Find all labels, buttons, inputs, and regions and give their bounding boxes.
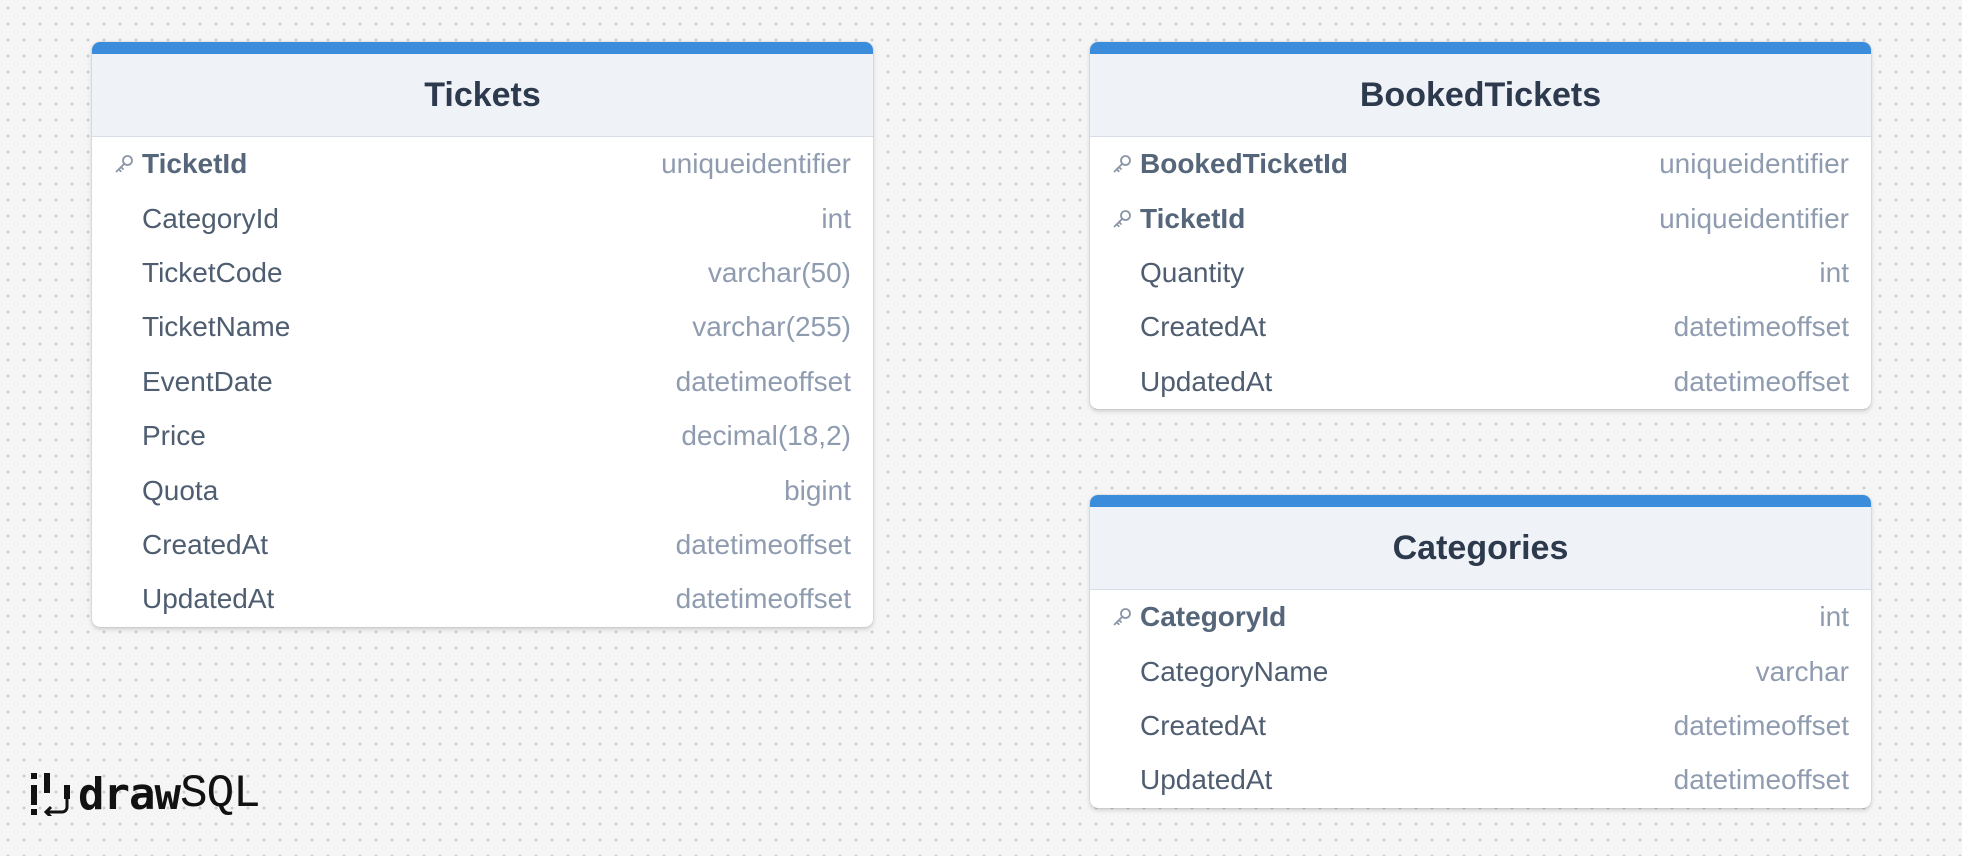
column-name: CategoryId: [142, 202, 279, 234]
table-title[interactable]: Tickets: [92, 54, 873, 137]
column-name: UpdatedAt: [1140, 764, 1273, 796]
column-row[interactable]: CreatedAt datetimeoffset: [1090, 300, 1871, 354]
table-title[interactable]: BookedTickets: [1090, 54, 1871, 137]
column-row[interactable]: TicketId uniqueidentifier: [92, 137, 873, 191]
column-name: CreatedAt: [142, 528, 269, 560]
logo-text-sql: SQL: [179, 768, 261, 820]
key-icon: [1110, 207, 1140, 231]
column-row[interactable]: EventDate datetimeoffset: [92, 355, 873, 409]
column-type: int: [1819, 601, 1849, 633]
key-icon: [112, 152, 142, 176]
column-name: CategoryName: [1140, 655, 1329, 687]
column-type: uniqueidentifier: [1659, 202, 1849, 234]
column-row[interactable]: Price decimal(18,2): [92, 409, 873, 463]
column-type: datetimeoffset: [675, 583, 851, 615]
column-type: uniqueidentifier: [1659, 148, 1849, 180]
column-row[interactable]: CreatedAt datetimeoffset: [92, 518, 873, 572]
column-type: datetimeoffset: [1673, 764, 1849, 796]
column-name: TicketCode: [142, 256, 283, 288]
column-type: datetimeoffset: [1673, 311, 1849, 343]
column-type: datetimeoffset: [1673, 365, 1849, 397]
column-list: BookedTicketId uniqueidentifier TicketId un…: [1090, 137, 1871, 409]
column-row[interactable]: UpdatedAt datetimeoffset: [1090, 355, 1871, 409]
drawsql-logo-icon: [31, 773, 70, 816]
column-type: bigint: [784, 474, 851, 506]
column-name: Price: [142, 420, 206, 452]
table-accent-bar: [1090, 495, 1871, 507]
column-type: varchar: [1755, 655, 1849, 687]
column-type: decimal(18,2): [681, 420, 851, 452]
column-row[interactable]: CreatedAt datetimeoffset: [1090, 699, 1871, 753]
table-accent-bar: [1090, 42, 1871, 54]
column-type: datetimeoffset: [675, 365, 851, 397]
column-name: BookedTicketId: [1140, 148, 1348, 180]
column-name: CreatedAt: [1140, 311, 1267, 343]
column-row[interactable]: CategoryId int: [1090, 590, 1871, 644]
table-card-tickets[interactable]: Tickets TicketId uniqueidentifier Category…: [92, 42, 873, 627]
column-name: TicketId: [1140, 202, 1246, 234]
column-type: uniqueidentifier: [661, 148, 851, 180]
column-name: UpdatedAt: [1140, 365, 1273, 397]
column-name: CreatedAt: [1140, 709, 1267, 741]
column-type: varchar(255): [692, 311, 851, 343]
table-card-categories[interactable]: Categories CategoryId int CategoryName varc…: [1090, 495, 1871, 808]
column-type: varchar(50): [707, 256, 851, 288]
column-row[interactable]: CategoryId int: [92, 191, 873, 245]
column-list: TicketId uniqueidentifier CategoryId int Tic…: [92, 137, 873, 627]
column-row[interactable]: Quantity int: [1090, 246, 1871, 300]
table-title[interactable]: Categories: [1090, 507, 1871, 590]
column-type: datetimeoffset: [1673, 709, 1849, 741]
logo-text-draw: draw: [78, 768, 181, 820]
column-row[interactable]: Quota bigint: [92, 463, 873, 517]
column-type: int: [1819, 256, 1849, 288]
column-type: int: [821, 202, 851, 234]
column-row[interactable]: BookedTicketId uniqueidentifier: [1090, 137, 1871, 191]
column-name: Quota: [142, 474, 219, 506]
column-name: Quantity: [1140, 256, 1245, 288]
column-row[interactable]: TicketId uniqueidentifier: [1090, 191, 1871, 245]
column-name: CategoryId: [1140, 601, 1287, 633]
column-name: TicketId: [142, 148, 248, 180]
column-list: CategoryId int CategoryName varchar CreatedA…: [1090, 590, 1871, 808]
column-type: datetimeoffset: [675, 528, 851, 560]
column-name: TicketName: [142, 311, 291, 343]
drawsql-logo: draw SQL: [30, 768, 261, 820]
column-row[interactable]: CategoryName varchar: [1090, 644, 1871, 698]
column-name: UpdatedAt: [142, 583, 275, 615]
column-row[interactable]: UpdatedAt datetimeoffset: [92, 572, 873, 626]
table-card-bookedtickets[interactable]: BookedTickets BookedTicketId uniqueidenti…: [1090, 42, 1871, 409]
key-icon: [1110, 605, 1140, 629]
key-icon: [1110, 152, 1140, 176]
column-row[interactable]: UpdatedAt datetimeoffset: [1090, 753, 1871, 807]
column-row[interactable]: TicketName varchar(255): [92, 300, 873, 354]
table-accent-bar: [92, 42, 873, 54]
column-row[interactable]: TicketCode varchar(50): [92, 246, 873, 300]
column-name: EventDate: [142, 365, 273, 397]
